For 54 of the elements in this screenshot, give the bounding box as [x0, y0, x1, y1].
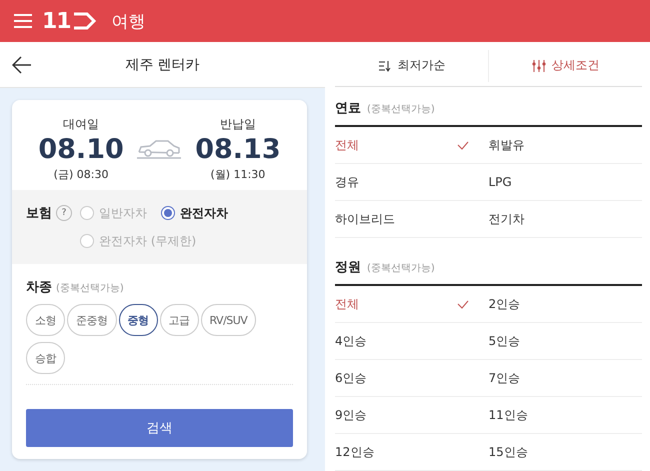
check-icon [456, 140, 468, 150]
radio-option[interactable]: 완전자차 [161, 202, 228, 224]
pickup-label: 대여일 [63, 116, 100, 133]
car-type-chip[interactable]: 소형 [26, 304, 65, 336]
filter-option[interactable]: LPG [488, 164, 642, 201]
radio-icon[interactable] [161, 206, 175, 220]
hint-text: (중복선택가능) [56, 282, 124, 295]
car-type-label: 차종 [26, 279, 52, 296]
section-title: 여행 [112, 10, 146, 32]
filter-option[interactable]: 7인승 [488, 360, 642, 397]
return-label: 반납일 [220, 116, 256, 133]
menu-icon[interactable] [14, 14, 32, 28]
insurance-label: 보험 [26, 205, 52, 222]
check-icon [456, 300, 468, 308]
filter-option[interactable]: 12인승 [335, 434, 488, 471]
filter-option[interactable]: 휘발유 [488, 127, 642, 164]
tag-shape-icon [72, 12, 96, 30]
radio-icon[interactable] [80, 206, 94, 220]
car-type-chip[interactable]: 고급 [160, 304, 198, 336]
filter-option[interactable]: 6인승 [335, 360, 488, 397]
filter-option[interactable]: 11인승 [488, 397, 642, 434]
car-icon [136, 138, 182, 160]
car-type-chip[interactable]: 승합 [26, 342, 65, 374]
filter-option[interactable]: 전체 [335, 127, 488, 164]
logo[interactable]: 11 [42, 8, 71, 34]
section-heading: 연료 [335, 100, 361, 117]
sliders-icon [532, 60, 546, 72]
filter-option[interactable]: 4인승 [335, 323, 488, 360]
page-title: 제주 렌터카 [124, 56, 201, 74]
filter-option[interactable]: 전기차 [488, 201, 642, 238]
return-date[interactable]: 08.13 [195, 133, 281, 167]
filter-option[interactable]: 전체 [335, 286, 488, 323]
hint-text: (중복선택가능) [367, 262, 435, 275]
help-icon[interactable]: ? [56, 205, 72, 221]
pickup-date[interactable]: 08.10 [38, 133, 124, 167]
sort-tab[interactable]: 최저가순 [335, 50, 488, 82]
filter-tab[interactable]: 상세조건 [488, 50, 642, 82]
sort-icon [378, 60, 392, 72]
search-button[interactable]: 검색 [26, 409, 293, 447]
filter-option[interactable]: 15인승 [488, 434, 642, 471]
filter-option[interactable]: 2인승 [488, 286, 642, 323]
car-type-chip[interactable]: 중형 [118, 304, 158, 336]
car-type-chip[interactable]: 준중형 [67, 304, 116, 336]
hint-text: (중복선택가능) [367, 103, 435, 116]
back-icon[interactable] [12, 56, 32, 74]
section-heading: 정원 [335, 259, 361, 276]
car-type-chip[interactable]: RV/SUV [200, 304, 256, 336]
filter-option[interactable]: 9인승 [335, 397, 488, 434]
return-time: (월) 11:30 [210, 167, 266, 182]
filter-option[interactable]: 하이브리드 [335, 201, 488, 238]
radio-icon[interactable] [80, 234, 94, 248]
pickup-time: (금) 08:30 [54, 167, 108, 182]
filter-option[interactable]: 경유 [335, 164, 488, 201]
filter-option[interactable]: 5인승 [488, 323, 642, 360]
